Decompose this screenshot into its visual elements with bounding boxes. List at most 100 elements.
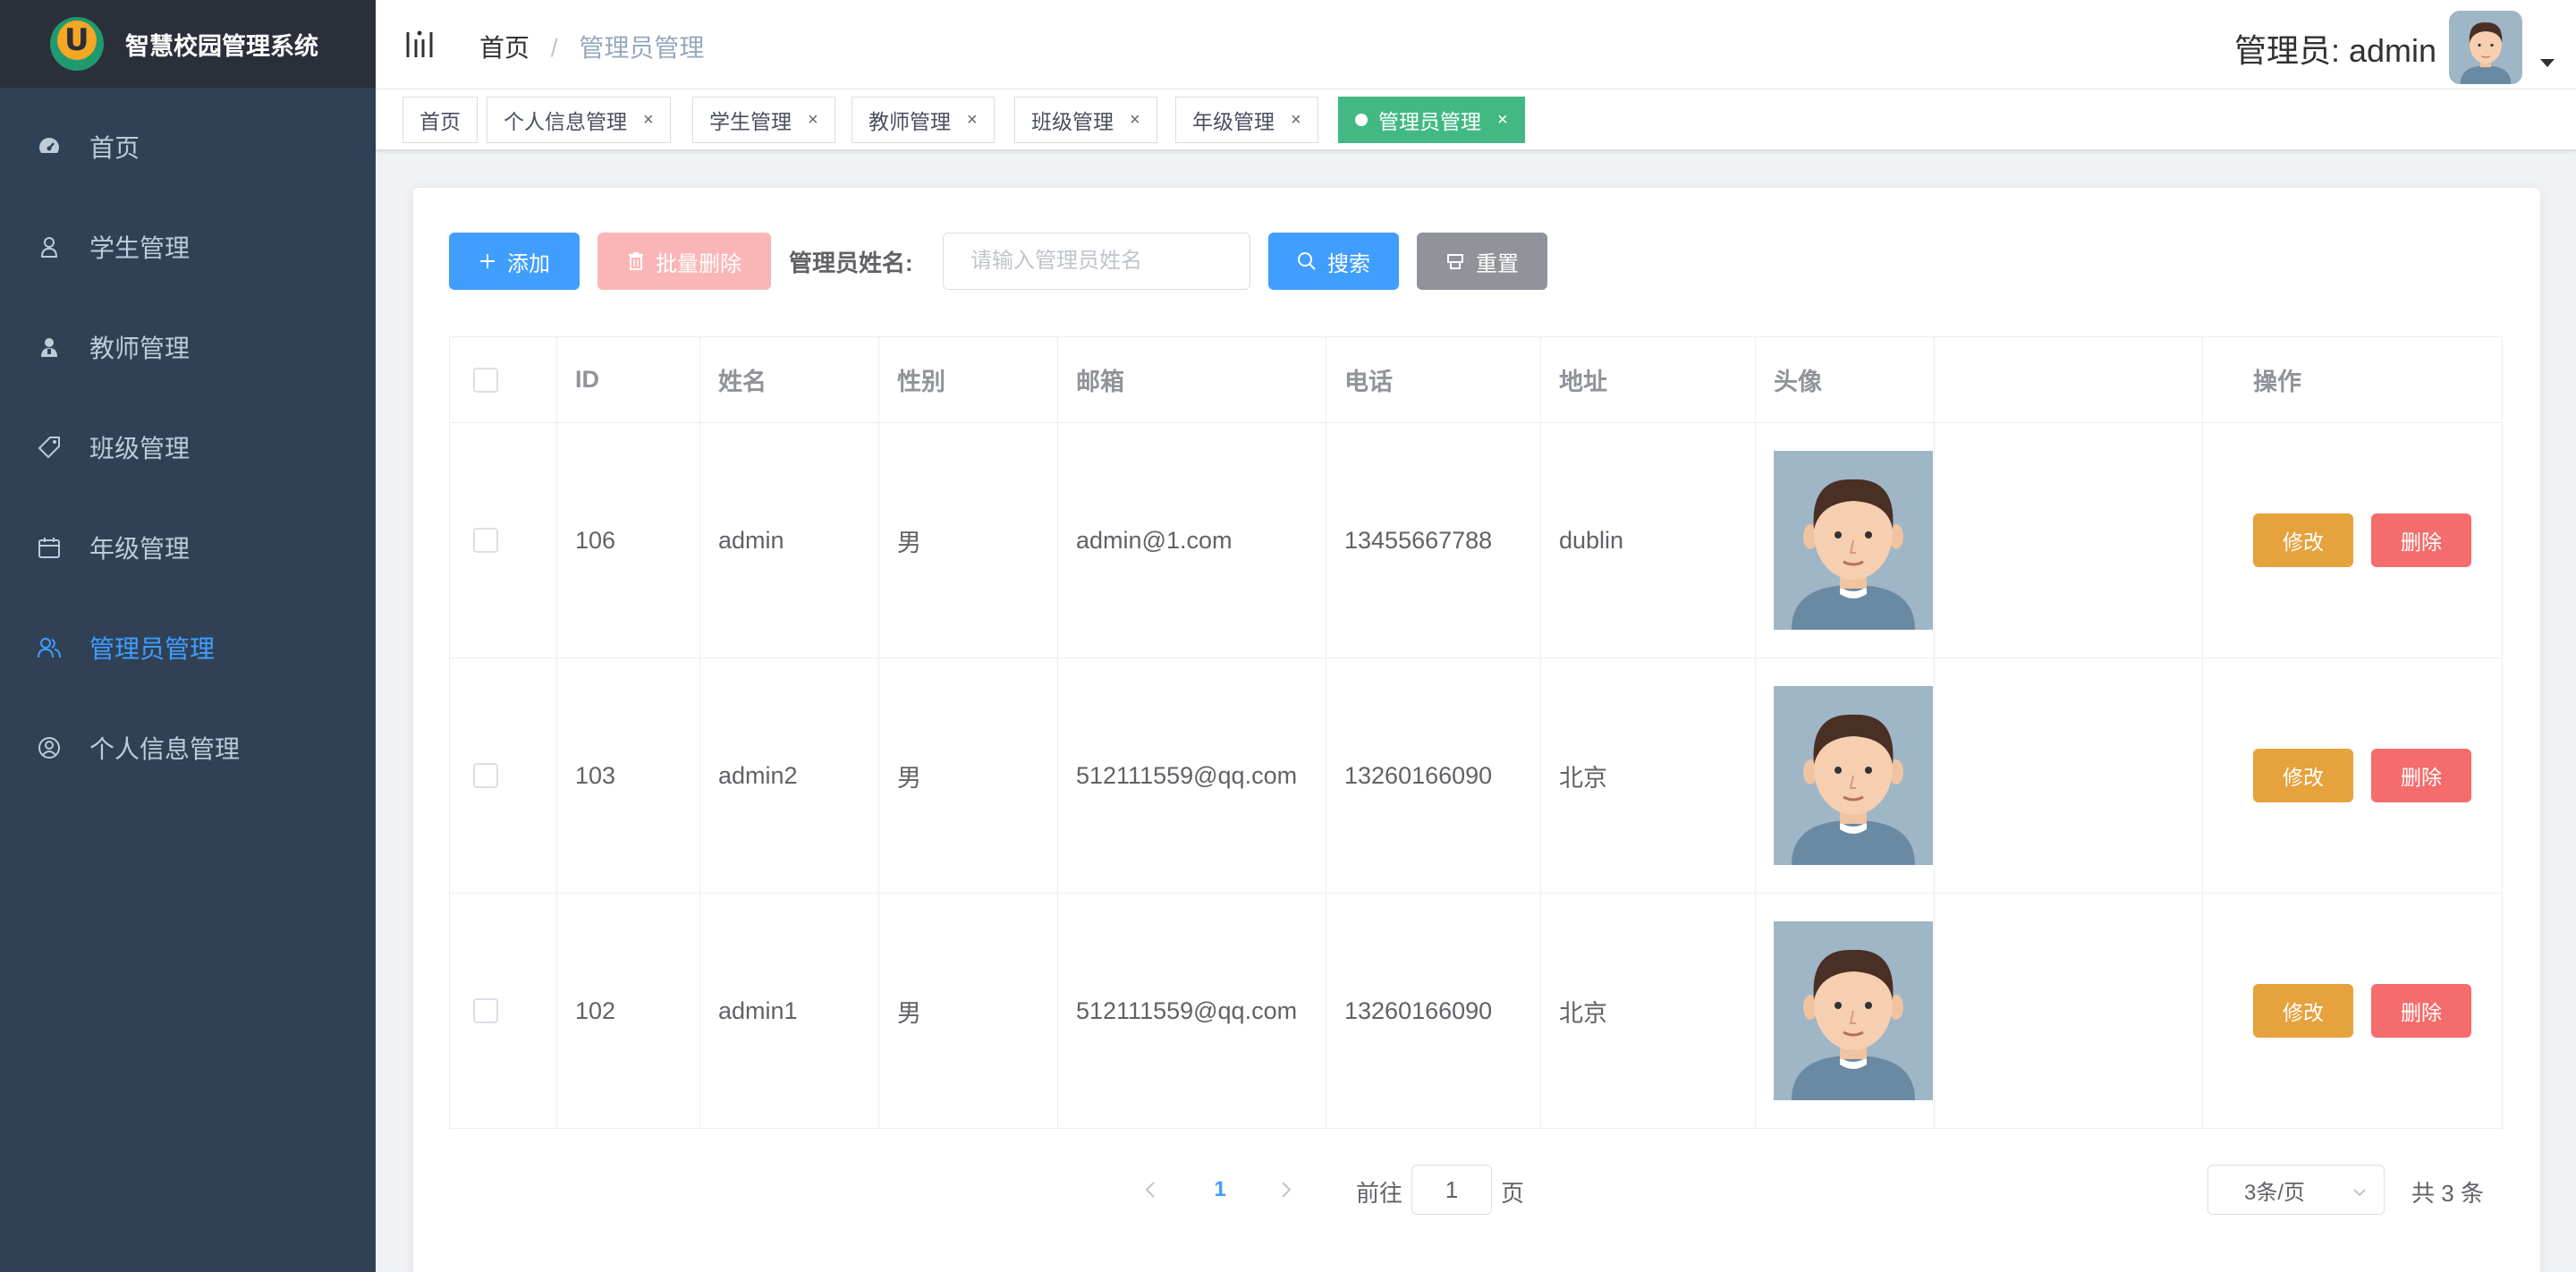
admin-name-search-input[interactable] [943, 233, 1250, 290]
chevron-down-icon[interactable] [2540, 59, 2555, 67]
email-cell: 512111559@qq.com [1058, 894, 1326, 1128]
column-header: 头像 [1756, 337, 1935, 422]
tag-teachers[interactable]: 教师管理 × [852, 97, 995, 143]
tag-label: 班级管理 [1031, 110, 1114, 133]
brand: 智慧校园管理系统 [0, 0, 376, 88]
tag-home[interactable]: 首页 [402, 97, 478, 143]
page-size-value: 3条/页 [2244, 1180, 2306, 1205]
address-cell: 北京 [1541, 894, 1756, 1128]
row-checkbox[interactable] [473, 998, 498, 1023]
address-cell: dublin [1541, 423, 1756, 657]
tag-grades[interactable]: 年级管理 × [1175, 97, 1318, 143]
prev-page-button[interactable] [1134, 1174, 1166, 1206]
search-button-label: 搜索 [1327, 251, 1370, 276]
tags-view: 首页 个人信息管理 × 学生管理 × 教师管理 × 班级管理 × 年级管理 × … [376, 89, 2576, 150]
sidebar-item-students[interactable]: 学生管理 [0, 197, 376, 297]
delete-button[interactable]: 删除 [2371, 749, 2471, 802]
page-number[interactable]: 1 [1204, 1174, 1236, 1206]
user-avatar[interactable] [2449, 11, 2522, 84]
total-count: 共 3 条 [2411, 1180, 2484, 1207]
close-icon[interactable]: × [643, 110, 654, 131]
plus-icon [479, 252, 496, 270]
tag-profile[interactable]: 个人信息管理 × [487, 97, 671, 143]
phone-cell: 13455667788 [1326, 423, 1541, 657]
dashboard-icon [36, 133, 63, 160]
reset-button[interactable]: 重置 [1417, 233, 1547, 290]
chevron-down-icon [2351, 1182, 2368, 1207]
sidebar-item-profile[interactable]: 个人信息管理 [0, 698, 376, 798]
tag-label: 首页 [419, 110, 461, 133]
edit-button[interactable]: 修改 [2253, 513, 2353, 567]
tag-classes[interactable]: 班级管理 × [1014, 97, 1157, 143]
reset-button-label: 重置 [1476, 251, 1519, 276]
sidebar-item-label: 年级管理 [89, 535, 191, 563]
close-icon[interactable]: × [967, 110, 978, 131]
name-cell: admin1 [700, 894, 879, 1128]
next-page-button[interactable] [1270, 1174, 1302, 1206]
email-cell: 512111559@qq.com [1058, 658, 1326, 893]
empty-cell [1935, 894, 2203, 1128]
sidebar-item-admins[interactable]: 管理员管理 [0, 598, 376, 698]
table-row: 103 admin2 男 512111559@qq.com 1326016609… [450, 658, 2502, 894]
refresh-icon [1445, 251, 1465, 271]
gender-cell: 男 [879, 894, 1058, 1128]
calendar-icon [36, 534, 63, 561]
sidebar-item-grades[interactable]: 年级管理 [0, 497, 376, 598]
add-button-label: 添加 [507, 251, 550, 276]
delete-button[interactable]: 删除 [2371, 513, 2471, 567]
avatar-image [1774, 921, 1933, 1100]
tag-label: 个人信息管理 [504, 110, 627, 133]
trash-icon [627, 251, 645, 271]
actions-cell: 修改 删除 [2203, 423, 2502, 657]
avatar-cell [1756, 894, 1935, 1128]
tag-admins[interactable]: 管理员管理 × [1338, 97, 1525, 143]
sidebar-item-label: 班级管理 [89, 435, 191, 462]
close-icon[interactable]: × [1291, 110, 1301, 131]
phone-cell: 13260166090 [1326, 658, 1541, 893]
sidebar-item-teachers[interactable]: 教师管理 [0, 297, 376, 397]
batch-delete-button[interactable]: 批量删除 [597, 233, 771, 290]
edit-button[interactable]: 修改 [2253, 749, 2353, 802]
row-checkbox[interactable] [473, 528, 498, 553]
column-header: 姓名 [700, 337, 879, 422]
row-select-cell [450, 423, 557, 657]
sidebar-item-home[interactable]: 首页 [0, 97, 376, 197]
column-header: 操作 [2253, 369, 2301, 395]
search-button[interactable]: 搜索 [1268, 233, 1399, 290]
delete-button[interactable]: 删除 [2371, 984, 2471, 1038]
sidebar: 智慧校园管理系统 首页 学生管理 教师管理 班级管理 [0, 0, 376, 1272]
goto-page-input[interactable] [1411, 1165, 1492, 1215]
page-size-select[interactable]: 3条/页 [2207, 1165, 2385, 1215]
gender-cell: 男 [879, 423, 1058, 657]
batch-delete-label: 批量删除 [656, 251, 741, 276]
row-checkbox[interactable] [473, 763, 498, 788]
sidebar-item-classes[interactable]: 班级管理 [0, 397, 376, 497]
hamburger-icon[interactable] [404, 29, 435, 59]
id-cell: 103 [557, 658, 700, 893]
admin-table: ID 姓名 性别 邮箱 电话 地址 头像 操作 106 admin 男 admi… [449, 336, 2503, 1129]
table-header-row: ID 姓名 性别 邮箱 电话 地址 头像 操作 [450, 337, 2502, 423]
sidebar-item-label: 教师管理 [89, 335, 191, 362]
address-cell: 北京 [1541, 658, 1756, 893]
close-icon[interactable]: × [808, 110, 818, 131]
add-button[interactable]: 添加 [449, 233, 580, 290]
goto-unit: 页 [1501, 1180, 1525, 1207]
chevron-left-icon [1145, 1182, 1155, 1198]
table-row: 102 admin1 男 512111559@qq.com 1326016609… [450, 894, 2502, 1128]
edit-button[interactable]: 修改 [2253, 984, 2353, 1038]
name-cell: admin2 [700, 658, 879, 893]
breadcrumb-separator: / [550, 34, 558, 62]
select-all-checkbox[interactable] [473, 367, 498, 393]
avatar-cell [1756, 423, 1935, 657]
users-icon [36, 634, 63, 661]
tag-label: 教师管理 [869, 110, 951, 133]
row-select-cell [450, 894, 557, 1128]
breadcrumb-home[interactable]: 首页 [479, 34, 530, 62]
sidebar-item-label: 个人信息管理 [89, 735, 241, 763]
close-icon[interactable]: × [1130, 110, 1140, 131]
email-cell: admin@1.com [1058, 423, 1326, 657]
empty-cell [1935, 423, 2203, 657]
close-icon[interactable]: × [1497, 110, 1508, 131]
column-header: 地址 [1541, 337, 1756, 422]
tag-students[interactable]: 学生管理 × [692, 97, 835, 143]
